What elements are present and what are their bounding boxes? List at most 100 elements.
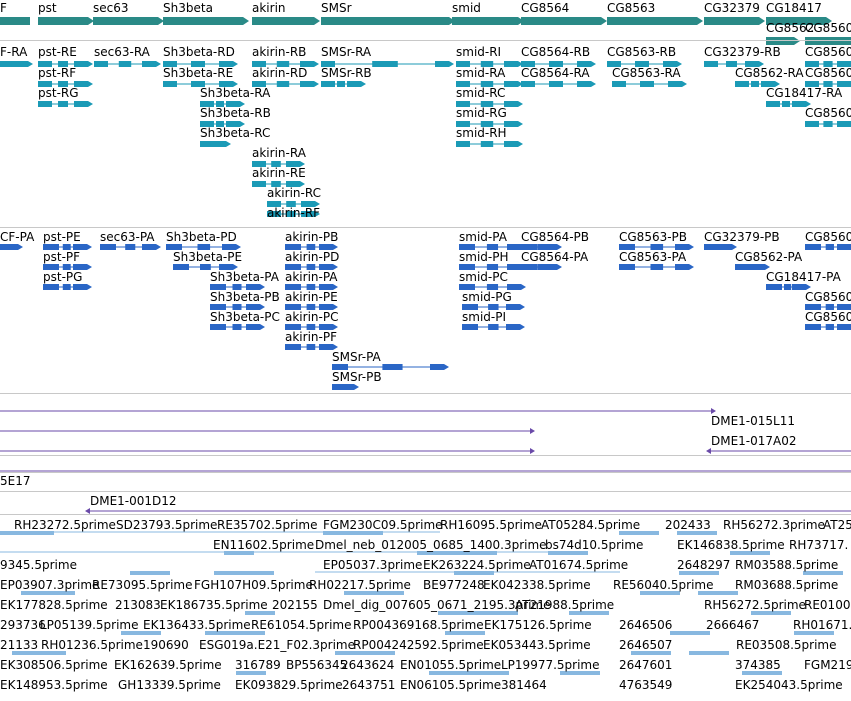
est-label[interactable]: RH73717.: [789, 539, 848, 552]
rna-label[interactable]: Sh3beta-RA: [200, 87, 270, 100]
rna-glyph-exon[interactable]: [504, 61, 518, 67]
protein-glyph-exon[interactable]: [62, 284, 71, 290]
est-label[interactable]: SD23793.5prime: [116, 519, 217, 532]
protein-glyph-exon[interactable]: [232, 324, 242, 330]
est-label[interactable]: 2647601: [619, 659, 672, 672]
rna-label[interactable]: Sh3beta-RB: [200, 107, 271, 120]
est-label[interactable]: AT01674.5prime: [529, 559, 628, 572]
rna-label[interactable]: Sh3beta-RE: [163, 67, 233, 80]
protein-glyph-exon[interactable]: [319, 344, 333, 350]
rna-label[interactable]: CG8564-RB: [521, 46, 590, 59]
gene-label[interactable]: CG32379: [704, 2, 760, 15]
est-label[interactable]: 202433: [665, 519, 711, 532]
gene-label[interactable]: sec63: [93, 2, 129, 15]
est-label[interactable]: RH23272.5prime: [14, 519, 116, 532]
protein-label[interactable]: CG8563-PA: [619, 251, 686, 264]
protein-glyph-exon[interactable]: [805, 324, 821, 330]
protein-label[interactable]: pst-PG: [43, 271, 82, 284]
rna-glyph-exon[interactable]: [504, 141, 518, 147]
protein-glyph-exon[interactable]: [837, 324, 851, 330]
est-label[interactable]: AT21988.5prime: [515, 599, 614, 612]
est-label[interactable]: 190690: [143, 639, 189, 652]
rna-glyph-exon[interactable]: [321, 81, 335, 87]
protein-label[interactable]: akirin-PE: [285, 291, 338, 304]
est-label[interactable]: EK263224.5prime: [423, 559, 531, 572]
protein-label[interactable]: CG8564-PA: [521, 251, 588, 264]
rna-label[interactable]: CG32379-RB: [704, 46, 781, 59]
est-label[interactable]: 2646507: [619, 639, 672, 652]
protein-label[interactable]: CG32379-PB: [704, 231, 780, 244]
est-label[interactable]: RH02217.5prime: [309, 579, 411, 592]
gene-bar[interactable]: [163, 17, 243, 25]
rna-glyph-exon[interactable]: [837, 121, 851, 127]
protein-glyph-exon[interactable]: [751, 264, 765, 270]
rna-glyph-exon[interactable]: [549, 81, 563, 87]
est-label[interactable]: BE977248: [423, 579, 485, 592]
rna-glyph-exon[interactable]: [577, 81, 591, 87]
protein-glyph-exon[interactable]: [792, 284, 806, 290]
protein-glyph-exon[interactable]: [506, 324, 520, 330]
est-label[interactable]: EK148953.5prime: [0, 679, 108, 692]
rna-glyph-exon[interactable]: [668, 81, 682, 87]
rna-label[interactable]: smid-RI: [456, 46, 501, 59]
est-label[interactable]: RE61054.5prime: [251, 619, 352, 632]
rna-label[interactable]: akirin-RA: [252, 147, 306, 160]
protein-label[interactable]: akirin-PF: [285, 331, 337, 344]
protein-glyph-exon[interactable]: [766, 284, 782, 290]
est-label[interactable]: 2643751: [342, 679, 395, 692]
gene-label[interactable]: smid: [452, 2, 481, 15]
rna-glyph-exon[interactable]: [735, 81, 749, 87]
est-label[interactable]: bs74d10.5prime: [545, 539, 643, 552]
est-glyph[interactable]: [130, 571, 170, 575]
protein-glyph-exon[interactable]: [306, 344, 316, 350]
protein-glyph-exon[interactable]: [246, 324, 260, 330]
protein-label[interactable]: Sh3beta-PC: [210, 311, 280, 324]
gene-bar[interactable]: [321, 17, 449, 25]
est-glyph[interactable]: [689, 651, 729, 655]
gene-bar[interactable]: [521, 17, 601, 25]
rna-label[interactable]: akirin-RF: [267, 207, 320, 220]
est-label[interactable]: RH16095.5prime: [440, 519, 542, 532]
rna-glyph-exon[interactable]: [58, 101, 68, 107]
protein-glyph-exon[interactable]: [537, 264, 544, 270]
rna-glyph-exon[interactable]: [347, 81, 361, 87]
gene-label[interactable]: CG8560: [805, 22, 851, 35]
rna-label[interactable]: pst-RF: [38, 67, 76, 80]
est-label[interactable]: RP004369168.5prime: [353, 619, 484, 632]
protein-glyph-exon[interactable]: [125, 244, 136, 250]
rna-glyph-exon[interactable]: [766, 101, 780, 107]
protein-label[interactable]: akirin-PA: [285, 271, 338, 284]
protein-label[interactable]: CG18417-PA: [766, 271, 841, 284]
protein-label[interactable]: Sh3beta-PA: [210, 271, 279, 284]
est-label[interactable]: 2648297: [677, 559, 730, 572]
protein-glyph-exon[interactable]: [619, 264, 635, 270]
protein-glyph-exon[interactable]: [507, 264, 521, 270]
protein-label[interactable]: CG8563-PB: [619, 231, 687, 244]
rna-glyph-exon[interactable]: [252, 181, 266, 187]
gene-bar[interactable]: [805, 37, 851, 45]
rna-label[interactable]: smid-RA: [456, 67, 505, 80]
protein-glyph-exon[interactable]: [543, 264, 557, 270]
est-label[interactable]: RE73095.5prime: [92, 579, 193, 592]
rna-glyph-exon[interactable]: [118, 61, 132, 67]
protein-glyph-exon[interactable]: [488, 324, 499, 330]
protein-label[interactable]: SMSr-PA: [332, 351, 381, 364]
genome-browser-viewport[interactable]: Fpst sec63 Sh3beta akirin SMSr smid CG8564 CG85…: [0, 0, 851, 701]
rna-label[interactable]: CG8563-RA: [612, 67, 681, 80]
est-label[interactable]: 293736: [0, 619, 46, 632]
est-label[interactable]: 213083: [115, 599, 161, 612]
protein-glyph-exon[interactable]: [506, 304, 520, 310]
rna-label[interactable]: akirin-RE: [252, 167, 306, 180]
rna-label[interactable]: pst-RG: [38, 87, 79, 100]
protein-glyph-exon[interactable]: [521, 264, 537, 270]
rna-label[interactable]: akirin-RB: [252, 46, 306, 59]
rna-label[interactable]: akirin-RC: [267, 187, 321, 200]
est-label[interactable]: 2666467: [706, 619, 759, 632]
protein-glyph-exon[interactable]: [837, 244, 851, 250]
protein-glyph-exon[interactable]: [784, 284, 792, 290]
est-label[interactable]: EK162639.5prime: [114, 659, 222, 672]
rna-glyph-exon[interactable]: [612, 81, 626, 87]
rna-label[interactable]: smid-RG: [456, 107, 507, 120]
est-label[interactable]: EK177828.5prime: [0, 599, 108, 612]
protein-label[interactable]: Sh3beta-PD: [166, 231, 237, 244]
